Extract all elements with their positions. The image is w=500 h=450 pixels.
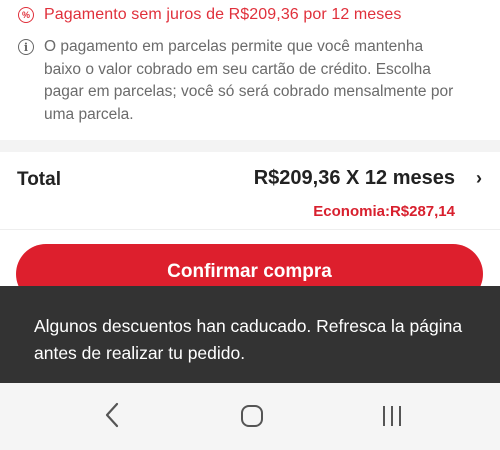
chevron-right-icon[interactable]: › bbox=[476, 168, 482, 189]
info-icon: i bbox=[18, 39, 34, 55]
total-label: Total bbox=[17, 169, 61, 190]
toast-notification: Algunos descuentos han caducado. Refresc… bbox=[0, 286, 500, 383]
divider bbox=[0, 229, 500, 230]
promo-row: % Pagamento sem juros de R$209,36 por 12… bbox=[18, 4, 402, 26]
recent-apps-icon[interactable] bbox=[381, 404, 403, 428]
toast-message: Algunos descuentos han caducado. Refresc… bbox=[34, 316, 463, 363]
back-icon[interactable] bbox=[102, 402, 122, 428]
installment-info: i O pagamento em parcelas permite que vo… bbox=[18, 36, 488, 126]
installment-info-text: O pagamento em parcelas permite que você… bbox=[44, 38, 454, 123]
home-icon[interactable] bbox=[241, 405, 263, 427]
section-divider bbox=[0, 140, 500, 152]
promo-text: Pagamento sem juros de R$209,36 por 12 m… bbox=[44, 6, 402, 23]
total-value[interactable]: R$209,36 X 12 meses bbox=[254, 167, 455, 190]
system-navigation-bar bbox=[0, 383, 500, 450]
savings-amount: Economia:R$287,14 bbox=[313, 203, 455, 220]
discount-percent-icon: % bbox=[18, 7, 34, 23]
